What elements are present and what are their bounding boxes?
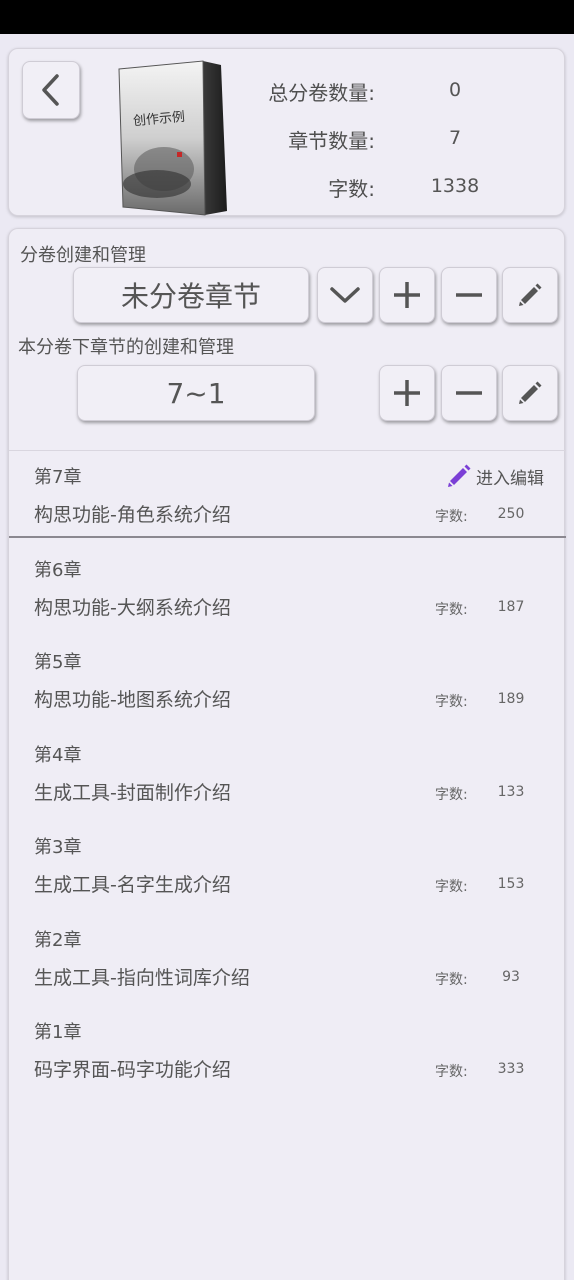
plus-icon — [394, 282, 420, 308]
chapter-title: 码字界面-码字功能介绍 — [34, 1059, 231, 1081]
chapter-title: 构思功能-地图系统介绍 — [34, 689, 231, 711]
status-bar — [0, 0, 574, 34]
chapter-section-label: 本分卷下章节的创建和管理 — [18, 337, 234, 358]
total-volumes-value: 0 — [448, 79, 462, 101]
chapter-word-count-label: 字数: — [435, 1064, 468, 1080]
chapter-item[interactable]: 第4章 生成工具-封面制作介绍 字数: 133 — [9, 741, 566, 827]
enter-edit-button[interactable]: 进入编辑 — [446, 463, 544, 489]
pencil-icon — [519, 283, 542, 306]
chapter-count-value: 7 — [448, 127, 462, 149]
word-count-value: 1338 — [430, 175, 480, 197]
chapter-number: 第3章 — [34, 837, 82, 858]
book-header: 创作示例 总分卷数量: 0 章节数量: 7 字数: 1338 — [8, 48, 565, 216]
chapter-title: 构思功能-大纲系统介绍 — [34, 597, 231, 619]
chapter-word-count-label: 字数: — [435, 787, 468, 803]
add-chapter-button[interactable] — [379, 365, 435, 421]
chapter-number: 第5章 — [34, 652, 82, 673]
chapter-item[interactable]: 第6章 构思功能-大纲系统介绍 字数: 187 — [9, 556, 566, 642]
chapter-title: 生成工具-封面制作介绍 — [34, 782, 231, 804]
volume-select[interactable]: 未分卷章节 — [73, 267, 309, 323]
chapter-word-count: 250 — [497, 506, 525, 522]
chapter-word-count: 187 — [497, 599, 525, 615]
chapter-title: 生成工具-名字生成介绍 — [34, 874, 231, 896]
content-panel: 分卷创建和管理 未分卷章节 本分卷下章节的创建和管理 7~1 第7章 进入编辑 … — [8, 228, 566, 1280]
chevron-left-icon — [42, 74, 59, 106]
rename-chapter-button[interactable] — [502, 365, 558, 421]
volume-select-value: 未分卷章节 — [120, 280, 261, 313]
minus-icon — [456, 293, 482, 297]
word-count-label: 字数: — [328, 177, 375, 201]
total-volumes-label: 总分卷数量: — [268, 81, 375, 105]
chapter-title: 构思功能-角色系统介绍 — [34, 504, 231, 526]
chapter-word-count-label: 字数: — [435, 694, 468, 710]
chapter-number: 第1章 — [34, 1022, 82, 1043]
chapter-number: 第7章 — [34, 467, 82, 488]
section-divider — [9, 450, 566, 451]
chevron-down-icon — [330, 287, 360, 303]
delete-chapter-button[interactable] — [441, 365, 497, 421]
chapter-count-label: 章节数量: — [288, 129, 375, 153]
chapter-word-count: 153 — [497, 876, 525, 892]
chapter-item[interactable]: 第5章 构思功能-地图系统介绍 字数: 189 — [9, 648, 566, 734]
volume-dropdown-button[interactable] — [317, 267, 373, 323]
chapter-word-count-label: 字数: — [435, 879, 468, 895]
chapter-word-count-label: 字数: — [435, 509, 468, 525]
enter-edit-label: 进入编辑 — [476, 468, 544, 489]
chapter-item[interactable]: 第2章 生成工具-指向性词库介绍 字数: 93 — [9, 926, 566, 1012]
selected-divider — [9, 536, 566, 538]
chapter-word-count: 93 — [502, 969, 520, 985]
chapter-title: 生成工具-指向性词库介绍 — [34, 967, 250, 989]
chapter-word-count-label: 字数: — [435, 602, 468, 618]
chapter-item[interactable]: 第1章 码字界面-码字功能介绍 字数: 333 — [9, 1018, 566, 1104]
add-volume-button[interactable] — [379, 267, 435, 323]
pencil-icon — [519, 381, 542, 404]
back-button[interactable] — [22, 61, 80, 119]
volume-section-label: 分卷创建和管理 — [20, 245, 146, 266]
chapter-word-count: 133 — [497, 784, 525, 800]
chapter-range-value: 7~1 — [166, 376, 226, 410]
minus-icon — [456, 391, 482, 395]
chapter-word-count: 189 — [497, 691, 525, 707]
chapter-number: 第2章 — [34, 930, 82, 951]
chapter-number: 第6章 — [34, 560, 82, 581]
chapter-number: 第4章 — [34, 745, 82, 766]
pencil-icon — [448, 464, 471, 487]
delete-volume-button[interactable] — [441, 267, 497, 323]
chapter-range-display[interactable]: 7~1 — [77, 365, 315, 421]
chapter-word-count-label: 字数: — [435, 972, 468, 988]
rename-volume-button[interactable] — [502, 267, 558, 323]
chapter-word-count: 333 — [497, 1061, 525, 1077]
chapter-item[interactable]: 第3章 生成工具-名字生成介绍 字数: 153 — [9, 833, 566, 919]
plus-icon — [394, 380, 420, 406]
